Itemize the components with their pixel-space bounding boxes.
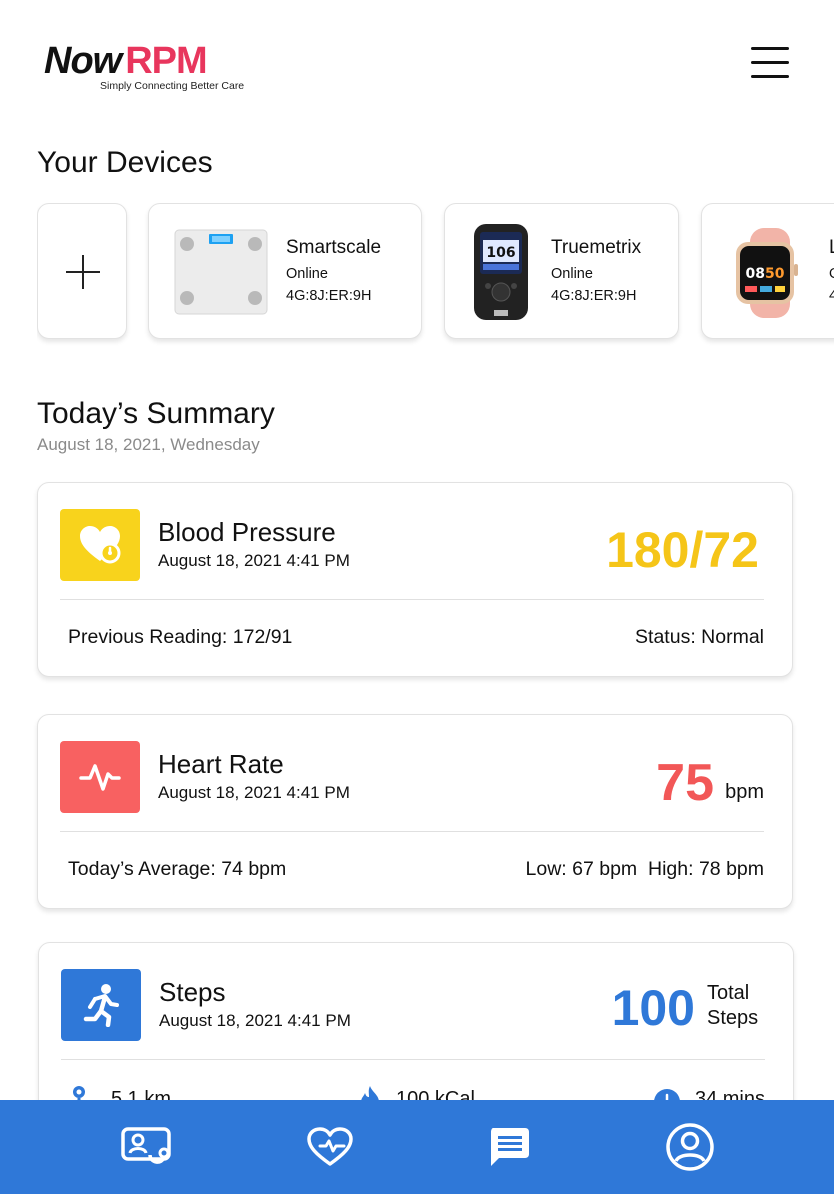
device-id: 4G:8J:ER:9H bbox=[551, 288, 637, 304]
card-divider bbox=[60, 831, 764, 832]
devices-section-title: Your Devices bbox=[37, 146, 213, 179]
device-id: 4 bbox=[829, 288, 834, 304]
bottom-navigation-bar bbox=[0, 1100, 834, 1194]
steps-unit-total: Total bbox=[707, 982, 750, 1004]
steps-title: Steps bbox=[159, 977, 226, 1007]
device-id: 4G:8J:ER:9H bbox=[286, 288, 372, 304]
heart-rate-title: Heart Rate bbox=[158, 749, 284, 779]
steps-value: 100 bbox=[611, 980, 695, 1036]
card-divider bbox=[61, 1059, 765, 1060]
device-name: Smartscale bbox=[286, 237, 382, 258]
heart-rate-low-high: Low: 67 bpm High: 78 bpm bbox=[525, 858, 764, 880]
steps-date: August 18, 2021 4:41 PM bbox=[159, 1011, 351, 1030]
logo-rpm-text: RPM bbox=[125, 40, 207, 82]
device-name: Truemetrix bbox=[551, 237, 642, 258]
hamburger-menu-icon[interactable] bbox=[751, 47, 789, 79]
logo-wordmark: Now RPM bbox=[44, 40, 208, 82]
devices-carousel[interactable]: Smartscale Online 4G:8J:ER:9H 106 Trueme… bbox=[37, 203, 834, 353]
device-status: O bbox=[829, 266, 834, 282]
summary-date: August 18, 2021, Wednesday bbox=[37, 435, 260, 454]
previous-reading: Previous Reading: 172/91 bbox=[68, 626, 293, 648]
logo-tagline: Simply Connecting Better Care bbox=[100, 80, 245, 92]
heart-rate-average: Today’s Average: 74 bpm bbox=[68, 858, 287, 880]
heart-rate-card[interactable]: Heart Rate August 18, 2021 4:41 PM 75 bp… bbox=[37, 714, 793, 909]
glucose-meter-image: 106 bbox=[474, 224, 528, 320]
device-card-smartscale[interactable]: Smartscale Online 4G:8J:ER:9H bbox=[148, 203, 422, 339]
profile-icon[interactable] bbox=[662, 1122, 718, 1172]
smartwatch-image: 0850 bbox=[736, 228, 798, 318]
heart-health-icon[interactable] bbox=[302, 1122, 358, 1172]
heart-gauge-icon bbox=[60, 509, 140, 581]
blood-pressure-date: August 18, 2021 4:41 PM bbox=[158, 551, 350, 570]
device-status: Online bbox=[551, 266, 593, 282]
add-device-button[interactable] bbox=[37, 203, 127, 339]
pulse-icon bbox=[60, 741, 140, 813]
blood-pressure-value: 180/72 bbox=[606, 522, 759, 578]
svg-text:106: 106 bbox=[486, 245, 515, 261]
svg-text:0850: 0850 bbox=[746, 266, 785, 282]
chat-icon[interactable] bbox=[481, 1122, 537, 1172]
device-card-truemetrix[interactable]: 106 Truemetrix Online 4G:8J:ER:9H bbox=[444, 203, 679, 339]
blood-pressure-card[interactable]: Blood Pressure August 18, 2021 4:41 PM 1… bbox=[37, 482, 793, 677]
heart-rate-date: August 18, 2021 4:41 PM bbox=[158, 783, 350, 802]
device-card-watch[interactable]: 0850 L O 4 bbox=[701, 203, 834, 339]
patient-card-icon[interactable] bbox=[118, 1122, 174, 1172]
smart-scale-image bbox=[174, 229, 268, 315]
card-divider bbox=[60, 599, 764, 600]
device-name: L bbox=[829, 237, 834, 259]
device-status: Online bbox=[286, 266, 328, 282]
logo-now-text: Now bbox=[44, 40, 122, 82]
heart-rate-unit: bpm bbox=[725, 781, 764, 803]
blood-pressure-status: Status: Normal bbox=[635, 626, 764, 648]
steps-unit: Total Steps bbox=[707, 981, 758, 1031]
app-logo: Now RPM Simply Connecting Better Care bbox=[44, 40, 254, 96]
steps-unit-steps: Steps bbox=[707, 1007, 759, 1029]
summary-section-title: Today’s Summary bbox=[37, 397, 275, 430]
blood-pressure-title: Blood Pressure bbox=[158, 517, 336, 547]
running-person-icon bbox=[61, 969, 141, 1041]
heart-rate-value: 75 bbox=[656, 754, 714, 812]
